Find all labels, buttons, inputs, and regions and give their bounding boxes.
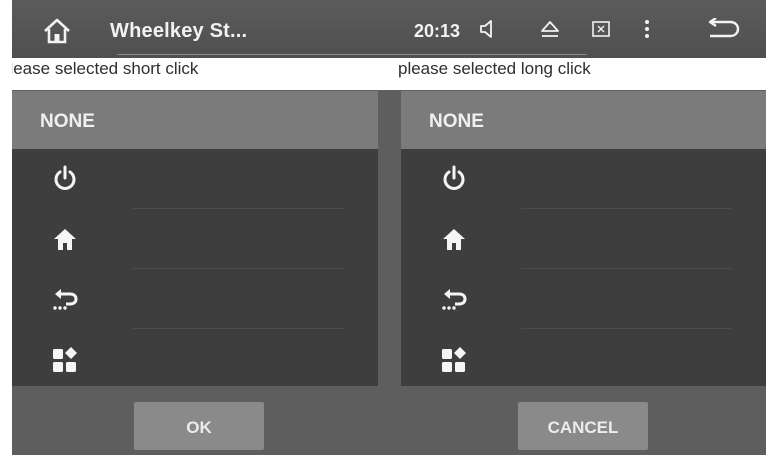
app-title: Wheelkey St... bbox=[110, 20, 248, 42]
short-click-option-home[interactable] bbox=[12, 209, 378, 269]
back-icon bbox=[442, 289, 467, 310]
home-icon[interactable] bbox=[40, 16, 74, 46]
eject-icon[interactable] bbox=[539, 18, 561, 45]
long-click-option-home[interactable] bbox=[401, 209, 766, 269]
title-underline bbox=[117, 54, 587, 55]
apps-icon bbox=[442, 347, 466, 372]
back-icon bbox=[53, 289, 78, 310]
more-vertical-icon[interactable] bbox=[642, 18, 652, 45]
long-click-option-apps[interactable] bbox=[401, 329, 766, 386]
home-icon bbox=[443, 229, 465, 250]
home-icon bbox=[54, 229, 76, 250]
back-icon[interactable] bbox=[706, 17, 742, 45]
short-click-option-power[interactable] bbox=[12, 149, 378, 209]
button-bar bbox=[12, 388, 766, 455]
apps-icon bbox=[53, 347, 77, 372]
short-click-option-apps[interactable] bbox=[12, 329, 378, 386]
volume-icon[interactable] bbox=[478, 18, 498, 45]
long-click-option-power[interactable] bbox=[401, 149, 766, 209]
power-icon bbox=[54, 165, 76, 190]
power-icon bbox=[443, 165, 465, 190]
long-click-caption: please selected long click bbox=[398, 59, 591, 78]
status-bar: Wheelkey St... 20:13 bbox=[12, 0, 766, 58]
dialog-screen: Wheelkey St... 20:13 please selected sho… bbox=[12, 0, 766, 455]
long-click-option-none[interactable]: NONE bbox=[401, 91, 766, 149]
short-click-option-none[interactable]: NONE bbox=[12, 91, 378, 149]
cancel-button[interactable]: CANCEL bbox=[518, 402, 648, 450]
short-click-caption: please selected short click bbox=[12, 59, 199, 78]
clock: 20:13 bbox=[414, 21, 461, 41]
short-click-option-back[interactable] bbox=[12, 269, 378, 329]
ok-button[interactable]: OK bbox=[134, 402, 264, 450]
long-click-option-back[interactable] bbox=[401, 269, 766, 329]
short-click-list: NONE bbox=[12, 91, 378, 386]
screen-off-icon[interactable] bbox=[590, 18, 612, 45]
long-click-list: NONE bbox=[401, 91, 766, 386]
